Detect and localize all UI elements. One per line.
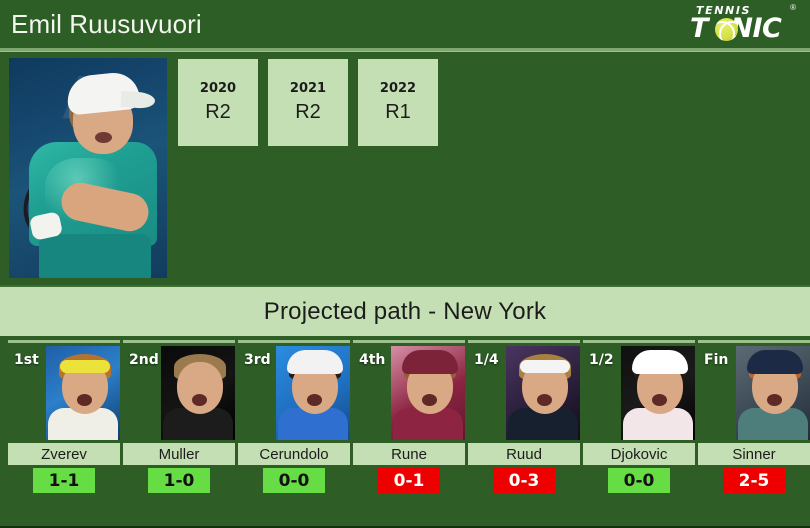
head-to-head-badge: 1-1 <box>33 468 95 493</box>
opponent-photo <box>621 346 695 440</box>
head-to-head-badge: 0-3 <box>493 468 555 493</box>
card-round-label: 1/4 <box>474 352 499 368</box>
projected-path-row: 1st Zverev 1-1 2nd Muller 1-0 3rd Cerundolo 0-0 4… <box>0 340 810 493</box>
opponent-name: Sinner <box>698 443 810 465</box>
card-photo-area: 3rd <box>238 343 350 440</box>
score-area: 1-1 <box>8 468 120 493</box>
history-box: 2020 R2 <box>178 59 258 146</box>
path-card[interactable]: 3rd Cerundolo 0-0 <box>238 340 350 493</box>
photo-cap <box>287 350 343 374</box>
opponent-name: Ruud <box>468 443 580 465</box>
history-year: 2021 <box>289 81 327 96</box>
head-to-head-badge: 0-0 <box>263 468 325 493</box>
opponent-photo <box>506 346 580 440</box>
logo-main-text-before: T <box>690 13 708 44</box>
photo-mouth <box>192 394 207 406</box>
photo-cap <box>402 350 458 374</box>
page-title: Emil Ruusuvuori <box>11 9 202 39</box>
path-card[interactable]: 1/2 Djokovic 0-0 <box>583 340 695 493</box>
history-box: 2022 R1 <box>358 59 438 146</box>
card-photo-area: 1/2 <box>583 343 695 440</box>
photo-cap <box>632 350 688 374</box>
card-round-label: 4th <box>359 352 386 368</box>
photo-cap <box>747 350 803 374</box>
opponent-photo <box>391 346 465 440</box>
profile-panel: A N 2020 R2 2021 R2 2022 R1 <box>0 52 810 283</box>
tennis-tonic-logo[interactable]: TENNIS ® TONIC <box>682 3 800 45</box>
photo-mouth <box>537 394 552 406</box>
history-result: R1 <box>385 101 411 123</box>
history-box: 2021 R2 <box>268 59 348 146</box>
score-area: 0-3 <box>468 468 580 493</box>
card-photo-area: Fin <box>698 343 810 440</box>
path-card[interactable]: Fin Sinner 2-5 <box>698 340 810 493</box>
score-area: 1-0 <box>123 468 235 493</box>
head-to-head-badge: 2-5 <box>723 468 785 493</box>
opponent-name: Zverev <box>8 443 120 465</box>
history-result: R2 <box>205 101 231 123</box>
card-round-label: 2nd <box>129 352 159 368</box>
logo-main-text-after: NIC <box>730 13 782 44</box>
history-boxes: 2020 R2 2021 R2 2022 R1 <box>178 59 438 146</box>
card-photo-area: 4th <box>353 343 465 440</box>
history-result: R2 <box>295 101 321 123</box>
path-card[interactable]: 4th Rune 0-1 <box>353 340 465 493</box>
projected-path-band: Projected path - New York <box>0 285 810 336</box>
photo-mouth <box>307 394 322 406</box>
card-round-label: 1st <box>14 352 39 368</box>
opponent-name: Cerundolo <box>238 443 350 465</box>
card-round-label: 1/2 <box>589 352 614 368</box>
opponent-photo <box>736 346 810 440</box>
photo-mouth <box>422 394 437 406</box>
registered-mark-icon: ® <box>790 3 796 12</box>
card-photo-area: 1/4 <box>468 343 580 440</box>
path-card[interactable]: 1st Zverev 1-1 <box>8 340 120 493</box>
photo-mouth <box>95 132 112 143</box>
photo-headband <box>60 360 110 373</box>
opponent-name: Djokovic <box>583 443 695 465</box>
projected-path-title: Projected path - New York <box>263 297 547 325</box>
score-area: 0-0 <box>238 468 350 493</box>
tennis-ball-icon <box>715 18 738 41</box>
card-photo-area: 1st <box>8 343 120 440</box>
opponent-photo <box>46 346 120 440</box>
opponent-photo <box>276 346 350 440</box>
card-round-label: 3rd <box>244 352 271 368</box>
photo-mouth <box>652 394 667 406</box>
score-area: 0-1 <box>353 468 465 493</box>
history-year: 2020 <box>199 81 237 96</box>
page-header: Emil Ruusuvuori TENNIS ® TONIC <box>0 0 810 48</box>
page-root: Emil Ruusuvuori TENNIS ® TONIC A N 2020 R… <box>0 0 810 528</box>
score-area: 0-0 <box>583 468 695 493</box>
path-card[interactable]: 1/4 Ruud 0-3 <box>468 340 580 493</box>
opponent-photo <box>161 346 235 440</box>
photo-mouth <box>77 394 92 406</box>
head-to-head-badge: 0-1 <box>378 468 440 493</box>
score-area: 2-5 <box>698 468 810 493</box>
head-to-head-badge: 0-0 <box>608 468 670 493</box>
photo-face <box>177 362 223 414</box>
card-photo-area: 2nd <box>123 343 235 440</box>
photo-headband <box>520 360 570 373</box>
history-year: 2022 <box>379 81 417 96</box>
head-to-head-badge: 1-0 <box>148 468 210 493</box>
photo-shorts <box>39 234 151 278</box>
card-round-label: Fin <box>704 352 729 368</box>
path-card[interactable]: 2nd Muller 1-0 <box>123 340 235 493</box>
photo-cap-brim <box>120 90 156 110</box>
player-photo: A N <box>9 58 167 278</box>
opponent-name: Muller <box>123 443 235 465</box>
opponent-name: Rune <box>353 443 465 465</box>
photo-mouth <box>767 394 782 406</box>
